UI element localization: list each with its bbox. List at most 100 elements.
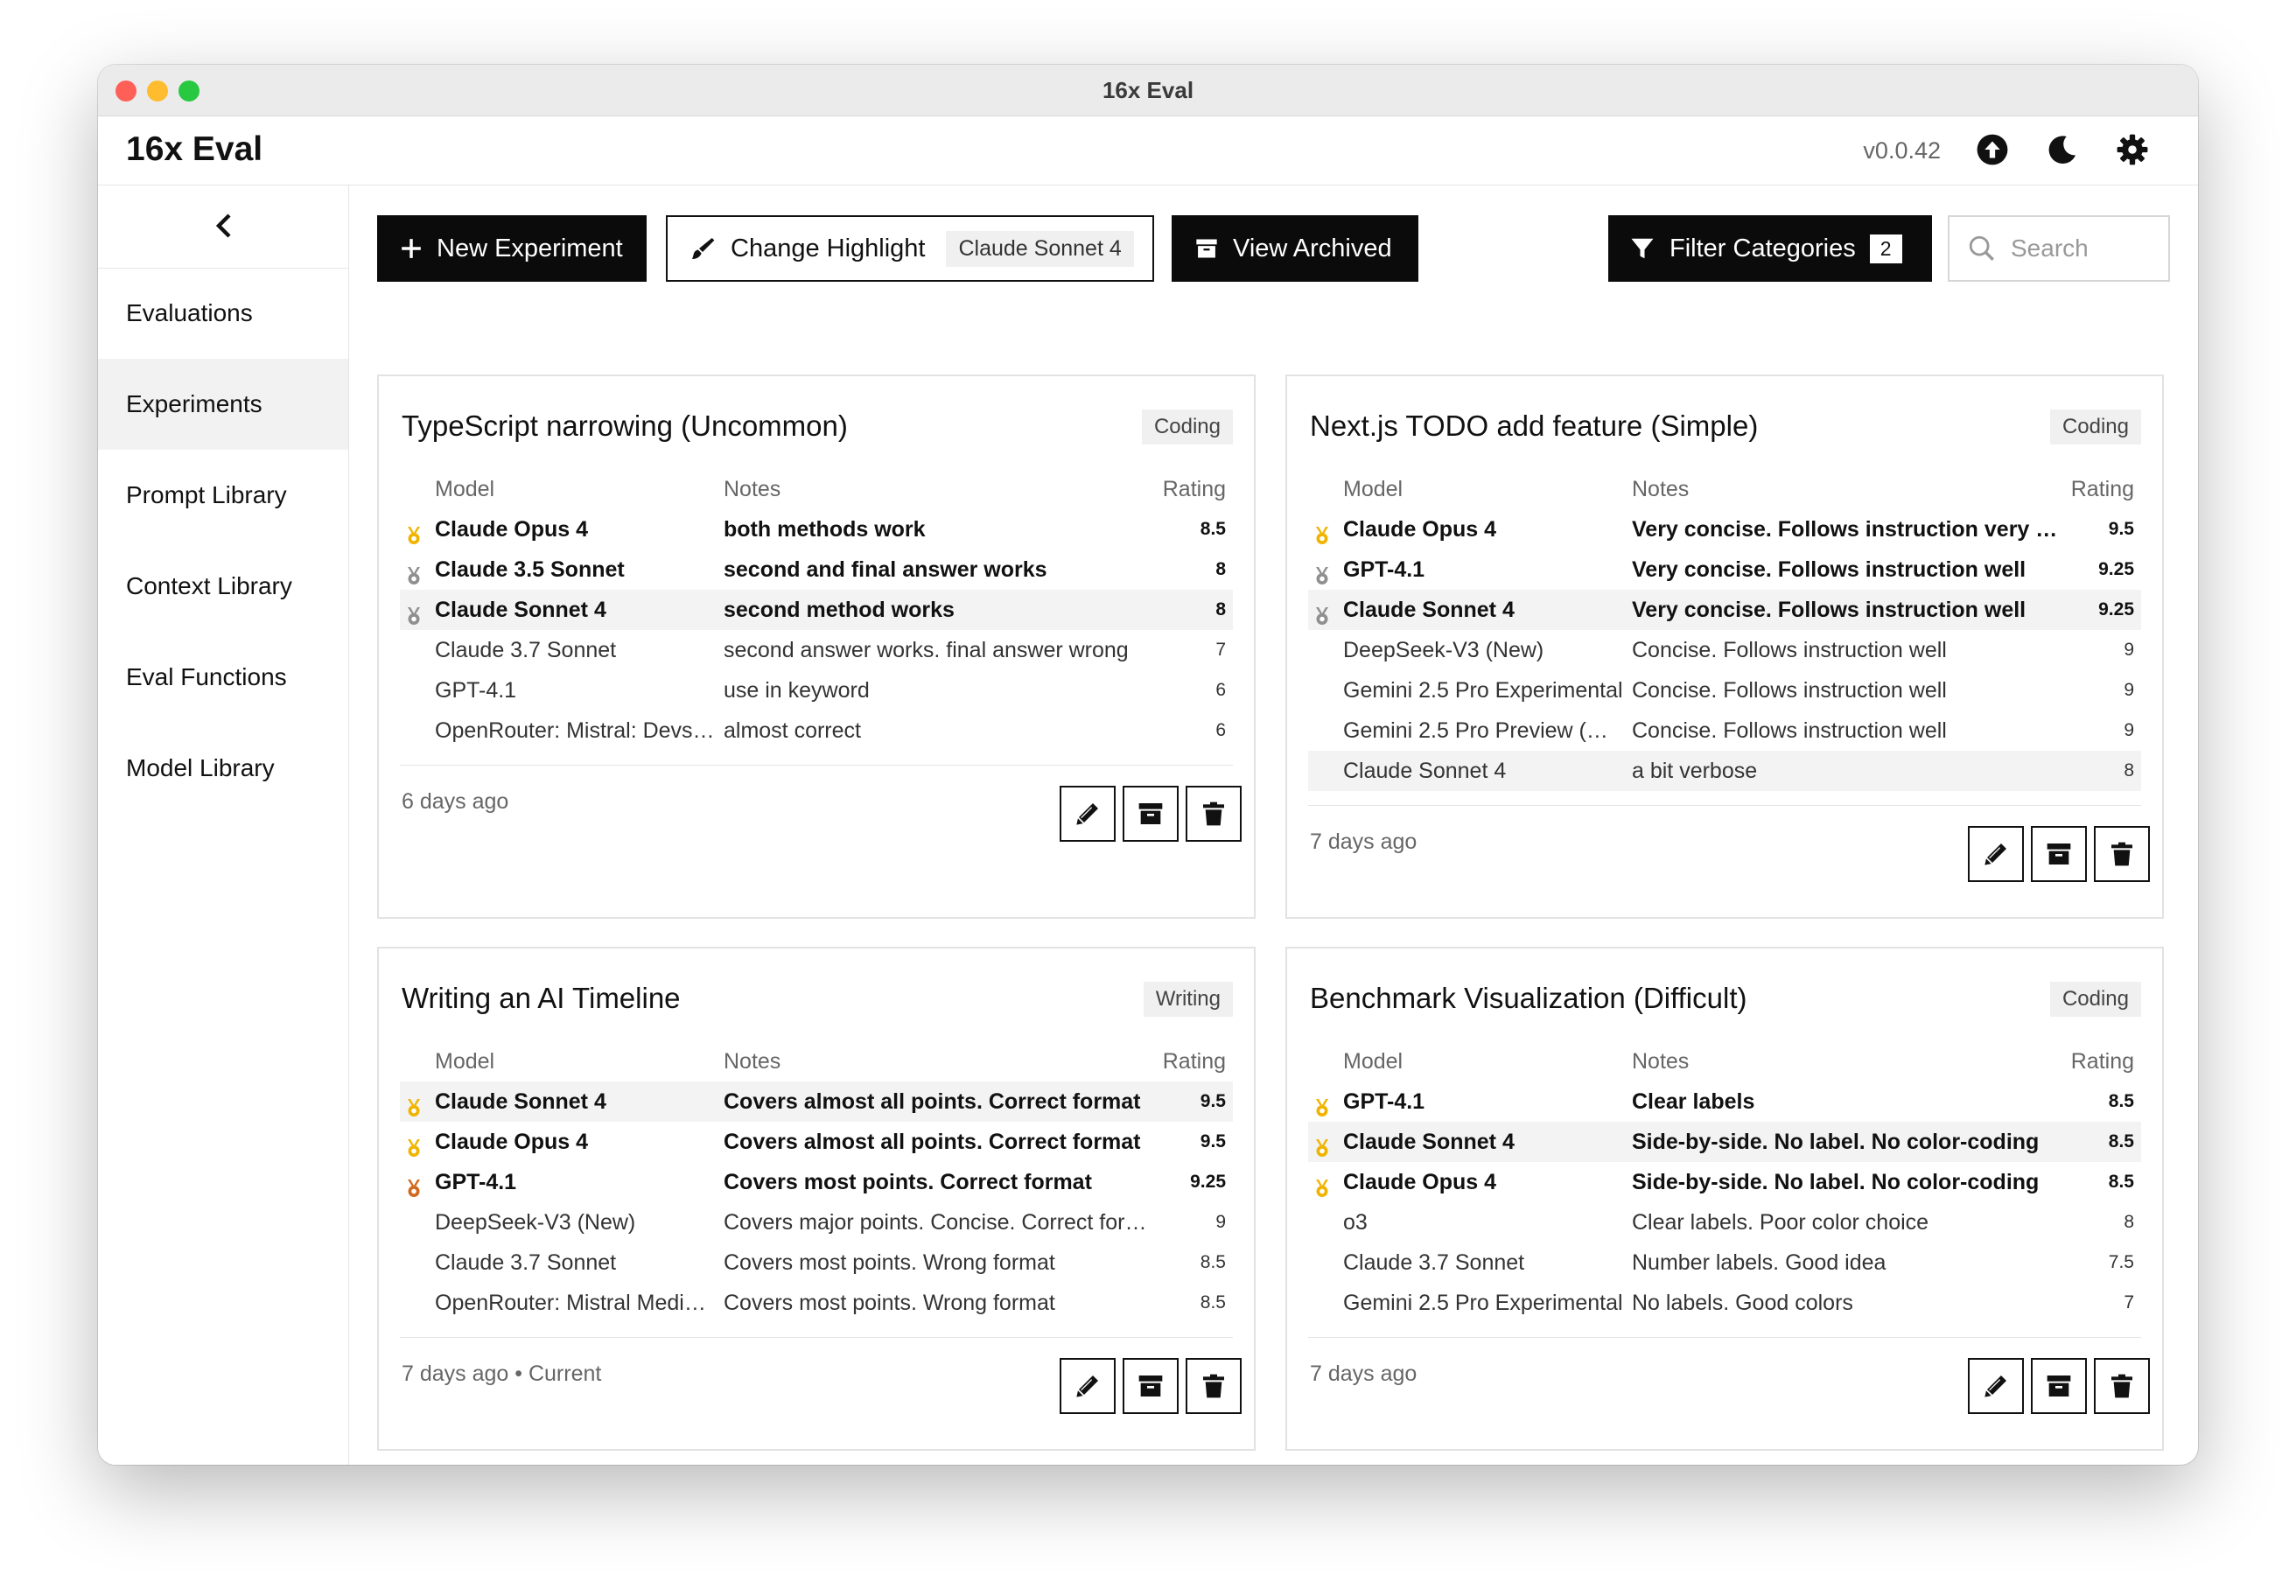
experiment-card[interactable]: Writing an AI Timeline Writing Model Notes R… [377,947,1256,1451]
delete-button[interactable] [2094,826,2150,882]
pencil-icon [1982,1372,2010,1400]
column-header-model: Model [1343,1049,1404,1074]
model-name: Claude Sonnet 4 [435,598,606,622]
collapse-sidebar-button[interactable] [98,186,348,269]
edit-button[interactable] [1060,1358,1116,1414]
card-title: TypeScript narrowing (Uncommon) [402,410,848,442]
archive-button[interactable] [2031,1358,2087,1414]
table-row[interactable]: GPT-4.1 Clear labels 8.5 [1308,1082,2141,1122]
column-header-rating: Rating [2070,477,2134,501]
model-notes: Very concise. Follows instruction well [1632,598,2026,622]
model-notes: Concise. Follows instruction well [1632,638,1947,662]
filter-categories-button[interactable]: Filter Categories 2 [1608,215,1932,282]
table-row[interactable]: GPT-4.1 Covers most points. Correct forma… [400,1162,1233,1202]
sidebar-item-experiments[interactable]: Experiments [98,359,348,450]
archive-button[interactable] [1123,786,1179,842]
upload-icon[interactable] [1976,133,2009,166]
delete-button[interactable] [1186,786,1242,842]
model-rating: 9.5 [2108,519,2134,539]
gear-icon[interactable] [2116,133,2149,166]
column-header-notes: Notes [724,1049,781,1074]
sidebar-item-eval-functions[interactable]: Eval Functions [98,632,348,723]
edit-button[interactable] [1968,826,2024,882]
experiment-card[interactable]: Benchmark Visualization (Difficult) Codin… [1285,947,2164,1451]
experiment-card[interactable]: TypeScript narrowing (Uncommon) Coding Mod… [377,374,1256,919]
column-header-notes: Notes [1632,1049,1690,1074]
search-box[interactable] [1948,215,2170,282]
sidebar-item-prompt-library[interactable]: Prompt Library [98,450,348,541]
card-timestamp: 6 days ago [402,789,509,814]
column-header-notes: Notes [724,477,781,501]
medal-icon [403,519,424,544]
table-row[interactable]: OpenRouter: Mistral Medium 3 Covers most … [400,1283,1233,1323]
sidebar-item-evaluations[interactable]: Evaluations [98,268,348,359]
model-rating: 6 [1215,680,1226,700]
delete-button[interactable] [2094,1358,2150,1414]
sidebar-item-context-library[interactable]: Context Library [98,541,348,632]
version-label: v0.0.42 [1863,137,1941,164]
delete-button[interactable] [1186,1358,1242,1414]
edit-button[interactable] [1968,1358,2024,1414]
model-notes: use in keyword [724,678,870,703]
model-name: OpenRouter: Mistral: Devstral Small [435,718,715,743]
model-name: Claude 3.7 Sonnet [435,638,617,662]
table-row[interactable]: Claude Opus 4 both methods work 8.5 [400,509,1233,550]
trash-icon [2108,1372,2136,1400]
table-row[interactable]: o3 Clear labels. Poor color choice 8 [1308,1202,2141,1242]
model-notes: second method works [724,598,955,622]
table-row[interactable]: Claude 3.7 Sonnet Number labels. Good ide… [1308,1242,2141,1283]
column-header-model: Model [435,477,495,501]
model-notes: Very concise. Follows instruction well [1632,557,2026,582]
medal-icon [403,1172,424,1197]
table-row[interactable]: Claude Opus 4 Covers almost all points. C… [400,1122,1233,1162]
card-title: Writing an AI Timeline [402,982,681,1014]
archive-button[interactable] [1123,1358,1179,1414]
card-divider [400,765,1233,766]
model-notes: Covers almost all points. Correct format [724,1130,1141,1154]
category-badge: Coding [2049,982,2141,1017]
edit-button[interactable] [1060,786,1116,842]
table-row[interactable]: Claude 3.7 Sonnet Covers most points. Wro… [400,1242,1233,1283]
table-row[interactable]: Gemini 2.5 Pro Experimental Concise. Foll… [1308,670,2141,710]
table-row[interactable]: Claude 3.7 Sonnet second answer works. fi… [400,630,1233,670]
model-rating: 8.5 [1200,519,1226,539]
medal-icon [1312,1172,1333,1197]
table-row[interactable]: DeepSeek-V3 (New) Covers major points. Co… [400,1202,1233,1242]
table-row[interactable]: Claude Sonnet 4 Very concise. Follows ins… [1308,590,2141,630]
change-highlight-button[interactable]: Change Highlight Claude Sonnet 4 [666,215,1154,282]
model-notes: No labels. Good colors [1632,1291,1853,1315]
model-rating: 8.5 [2108,1091,2134,1111]
sidebar-item-model-library[interactable]: Model Library [98,723,348,814]
table-row[interactable]: Claude Opus 4 Side-by-side. No label. No … [1308,1162,2141,1202]
view-archived-button[interactable]: View Archived [1172,215,1418,282]
app-title: 16x Eval [126,130,263,168]
experiment-card[interactable]: Next.js TODO add feature (Simple) Coding M… [1285,374,2164,919]
moon-icon[interactable] [2046,133,2079,166]
main-content: New Experiment Change Highlight Claude S… [349,186,2198,1465]
table-row[interactable]: OpenRouter: Mistral: Devstral Small almos… [400,710,1233,751]
model-rating: 9.25 [2098,559,2134,579]
table-row[interactable]: Claude 3.5 Sonnet second and final answer… [400,550,1233,590]
table-row[interactable]: Gemini 2.5 Pro Preview (New) Concise. Fol… [1308,710,2141,751]
model-name: Claude Sonnet 4 [1343,759,1507,783]
view-archived-label: View Archived [1233,234,1392,262]
model-notes: Covers almost all points. Correct format [724,1089,1141,1114]
table-row[interactable]: Claude Sonnet 4 Side-by-side. No label. N… [1308,1122,2141,1162]
table-row[interactable]: GPT-4.1 Very concise. Follows instruction… [1308,550,2141,590]
table-row[interactable]: Claude Sonnet 4 a bit verbose 8 [1308,751,2141,791]
model-name: DeepSeek-V3 (New) [1343,638,1544,662]
search-input[interactable] [2009,234,2144,263]
table-row[interactable]: Claude Sonnet 4 Covers almost all points.… [400,1082,1233,1122]
model-notes: second and final answer works [724,557,1047,582]
medal-icon [403,1091,424,1116]
table-row[interactable]: Gemini 2.5 Pro Experimental No labels. Go… [1308,1283,2141,1323]
table-row[interactable]: Claude Sonnet 4 second method works 8 [400,590,1233,630]
archive-icon [1137,1372,1165,1400]
new-experiment-button[interactable]: New Experiment [377,215,647,282]
table-row[interactable]: GPT-4.1 use in keyword 6 [400,670,1233,710]
model-name: Gemini 2.5 Pro Experimental [1343,1291,1623,1315]
table-row[interactable]: Claude Opus 4 Very concise. Follows instr… [1308,509,2141,550]
trash-icon [2108,840,2136,868]
archive-button[interactable] [2031,826,2087,882]
table-row[interactable]: DeepSeek-V3 (New) Concise. Follows instru… [1308,630,2141,670]
